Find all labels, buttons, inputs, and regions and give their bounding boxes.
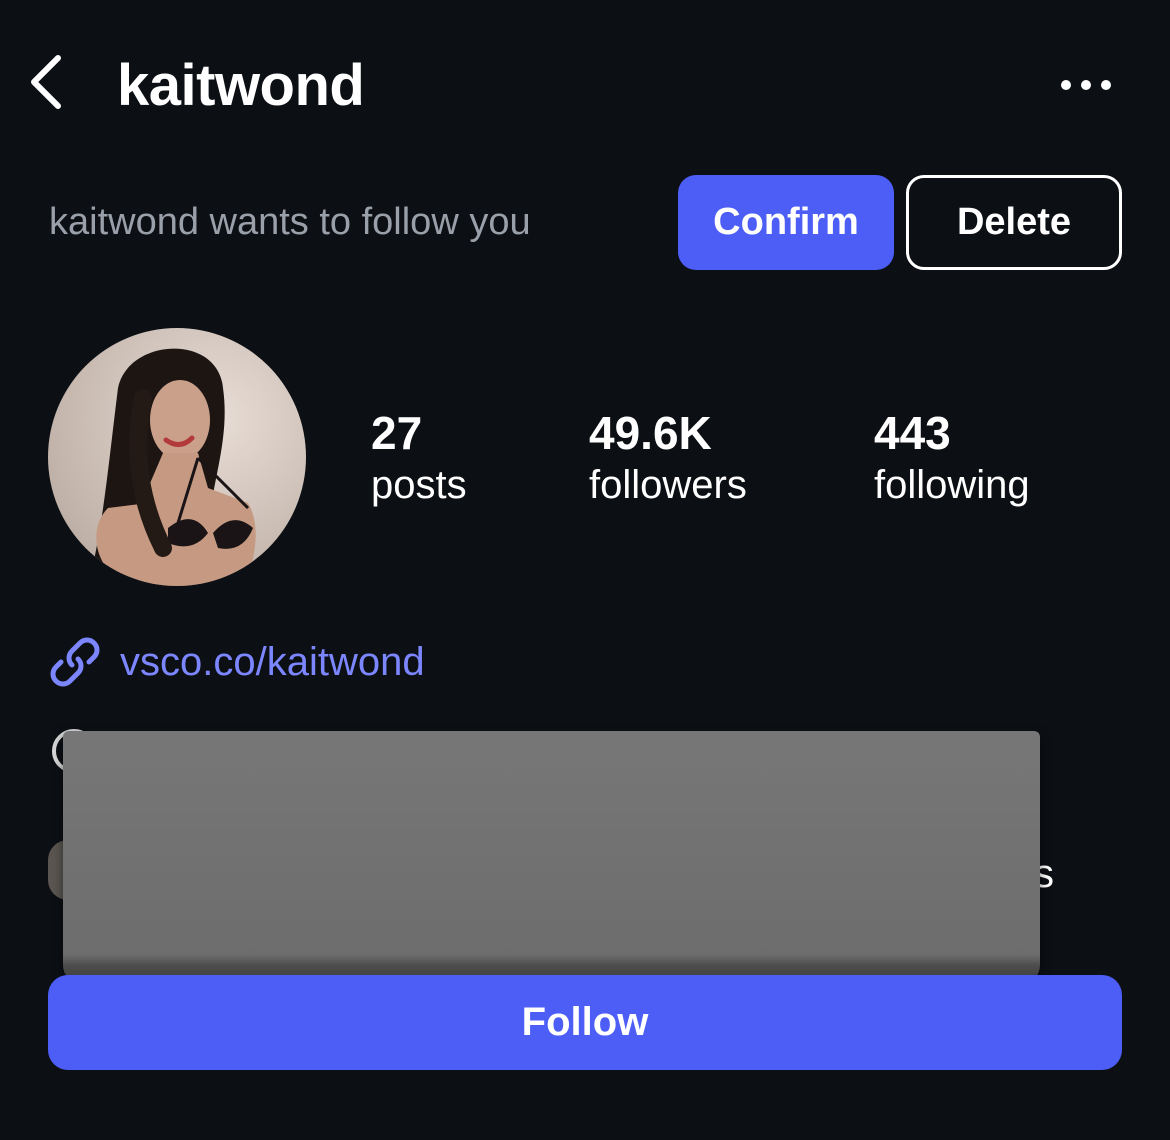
- stat-following[interactable]: 443 following: [874, 405, 1030, 509]
- stat-followers[interactable]: 49.6K followers: [589, 405, 747, 509]
- profile-screen: kaitwond kaitwond wants to follow you Co…: [0, 0, 1170, 1140]
- link-text: vsco.co/kaitwond: [120, 639, 425, 684]
- stat-label: followers: [589, 463, 747, 507]
- stat-count: 49.6K: [589, 407, 712, 459]
- avatar[interactable]: [48, 328, 306, 586]
- stat-label: following: [874, 463, 1030, 507]
- chevron-left-icon: [31, 55, 61, 109]
- nav-header: kaitwond: [0, 40, 1170, 130]
- link-icon: [50, 637, 100, 687]
- stat-posts[interactable]: 27 posts: [371, 405, 467, 509]
- follow-button[interactable]: Follow: [48, 975, 1122, 1070]
- back-button[interactable]: [22, 52, 72, 112]
- more-horizontal-icon: [1061, 80, 1111, 90]
- page-title: kaitwond: [117, 53, 365, 118]
- follow-request-banner: kaitwond wants to follow you Confirm Del…: [0, 170, 1170, 280]
- stat-label: posts: [371, 463, 467, 507]
- profile-link[interactable]: vsco.co/kaitwond: [48, 632, 425, 692]
- stat-count: 443: [874, 407, 951, 459]
- follow-request-text: kaitwond wants to follow you: [49, 201, 531, 243]
- delete-button[interactable]: Delete: [906, 175, 1122, 270]
- stat-count: 27: [371, 407, 423, 459]
- confirm-button[interactable]: Confirm: [678, 175, 894, 270]
- more-options-button[interactable]: [1056, 70, 1116, 100]
- redaction-block: [63, 731, 1040, 985]
- profile-photo: [48, 328, 306, 586]
